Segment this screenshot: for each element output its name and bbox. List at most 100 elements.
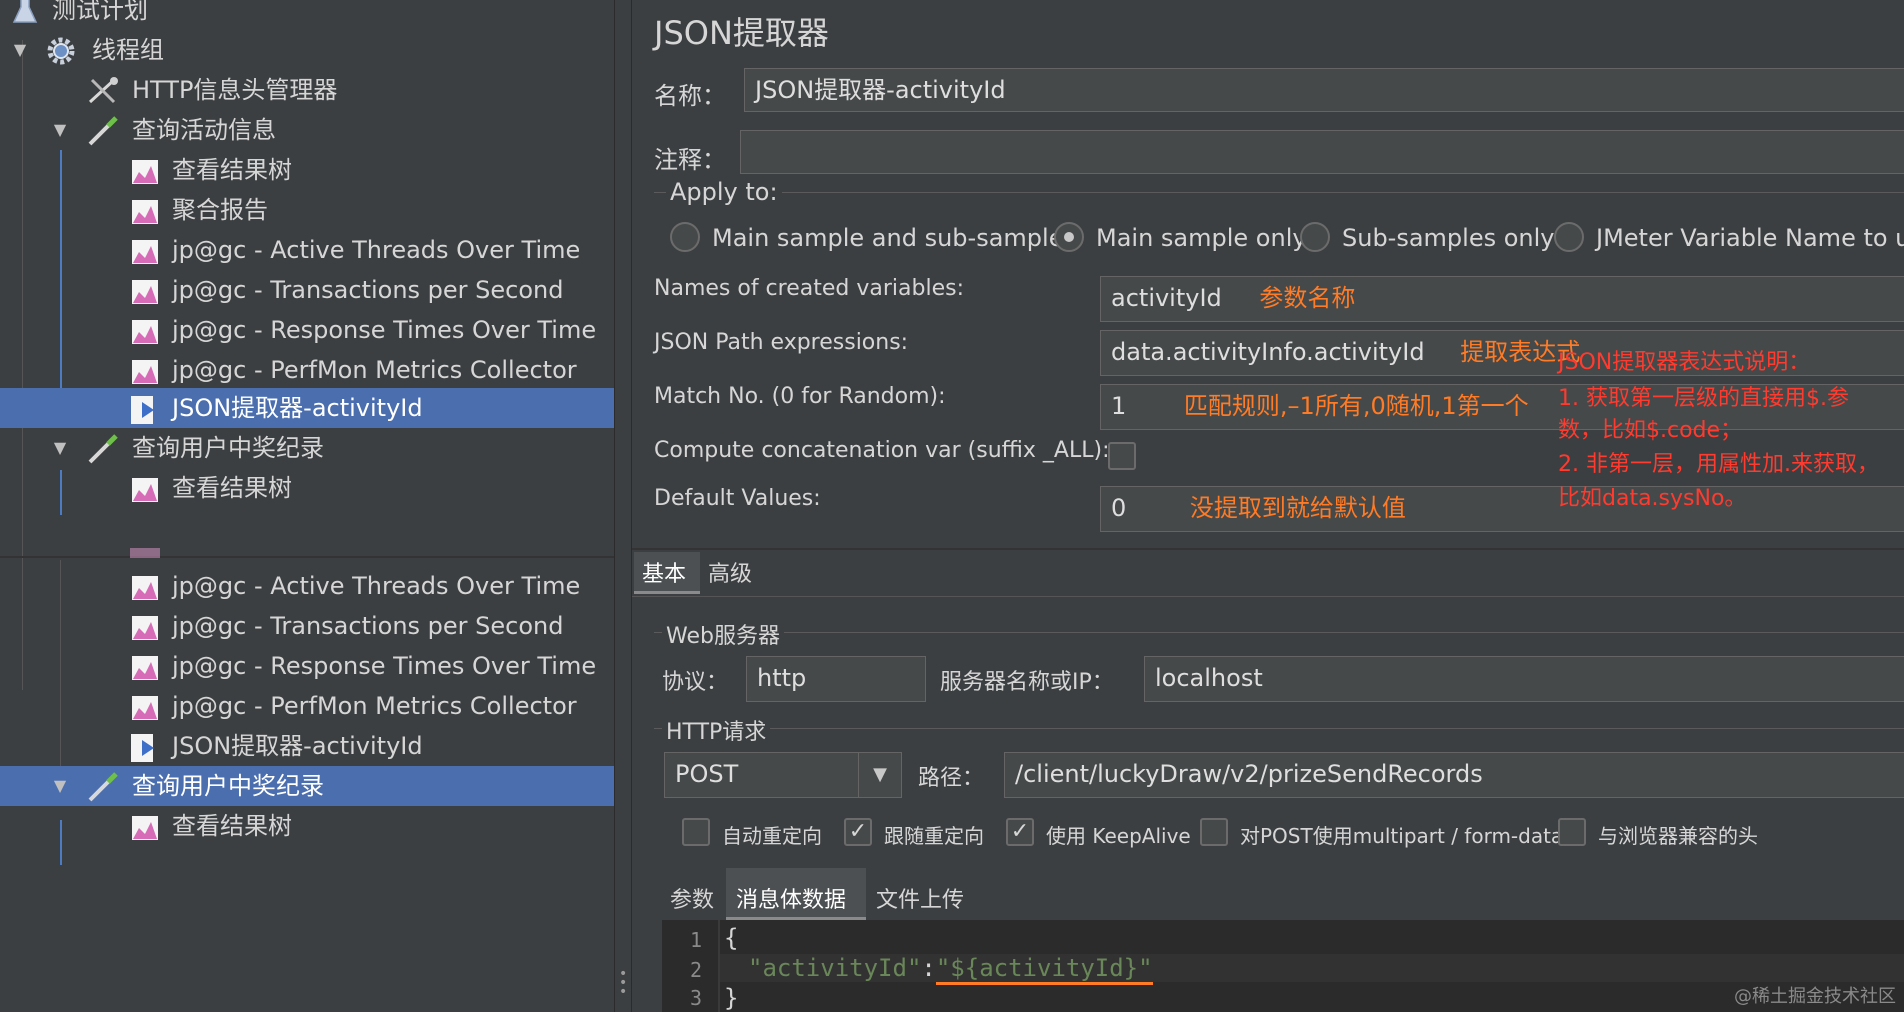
tree-node-perfmon[interactable]: jp@gc - PerfMon Metrics Collector (0, 686, 614, 726)
comment-label: 注释： (654, 146, 726, 174)
code-line: { (724, 924, 739, 952)
graph-icon (130, 316, 160, 346)
tree-node-aggregate-report[interactable]: 聚合报告 (0, 190, 614, 230)
tree-node-label: jp@gc - Active Threads Over Time (172, 572, 581, 600)
keepalive-checkbox[interactable]: ✓ (1006, 818, 1034, 846)
extractor-icon (128, 394, 158, 424)
json-path-value: data.activityInfo.activityId (1111, 338, 1425, 366)
chevron-down-icon[interactable]: ▼ (50, 428, 70, 468)
tree-node-response-times[interactable]: jp@gc - Response Times Over Time (0, 310, 614, 350)
split-pane-divider[interactable]: • • • (614, 0, 632, 1012)
tree-node-tps[interactable]: jp@gc - Transactions per Second (0, 606, 614, 646)
concat-checkbox[interactable] (1108, 442, 1136, 470)
default-values-input[interactable]: 0 没提取到就给默认值 (1100, 486, 1904, 532)
explanation-line: 比如data.sysNo。 (1558, 486, 1747, 511)
body-data-editor[interactable]: 1 2 3 { "activityId":"${activityId}" } (662, 920, 1904, 1012)
chevron-down-icon[interactable]: ▼ (50, 110, 70, 150)
protocol-label: 协议： (662, 670, 729, 695)
var-names-input[interactable]: activityId 参数名称 (1100, 276, 1904, 322)
tree-node-active-threads[interactable]: jp@gc - Active Threads Over Time (0, 566, 614, 606)
tree-node-query-user-prize[interactable]: ▼ 查询用户中奖纪录 (0, 428, 614, 468)
tree-node-label: 线程组 (92, 36, 164, 64)
tree-node-query-user-prize-selected[interactable]: ▼ 查询用户中奖纪录 (0, 766, 614, 806)
tree-node-label: 查看结果树 (172, 156, 292, 184)
chevron-down-icon[interactable]: ▼ (50, 766, 70, 806)
tree-node-result-tree[interactable]: 查看结果树 (0, 806, 614, 846)
tree-node-label: jp@gc - Response Times Over Time (172, 652, 597, 680)
graph-icon (130, 652, 160, 682)
radio-main-and-sub[interactable] (670, 222, 700, 252)
tree-node-json-extractor[interactable]: JSON提取器-activityId (0, 726, 614, 766)
graph-icon (130, 812, 160, 842)
chevron-down-icon[interactable]: ▼ (858, 753, 901, 797)
tree-node-test-plan[interactable]: 测试计划 (0, 0, 614, 30)
graph-icon (130, 356, 160, 386)
tree-node-perfmon[interactable]: jp@gc - PerfMon Metrics Collector (0, 350, 614, 390)
tab-file-upload[interactable]: 文件上传 (876, 882, 964, 914)
graph-icon (130, 156, 160, 186)
path-input[interactable]: /client/luckyDraw/v2/prizeSendRecords (1004, 752, 1904, 798)
browser-headers-checkbox[interactable] (1558, 818, 1586, 846)
tree-node-tps[interactable]: jp@gc - Transactions per Second (0, 270, 614, 310)
graph-icon (130, 572, 160, 602)
radio-main-only[interactable] (1054, 222, 1084, 252)
tree-node-label: 聚合报告 (172, 196, 268, 224)
tab-divider (632, 596, 1904, 597)
line-number: 1 (689, 928, 702, 952)
checkbox-label: 使用 KeepAlive (1046, 824, 1191, 848)
pipette-icon (86, 116, 118, 146)
extractor-icon (128, 732, 158, 762)
tree-node-active-threads[interactable]: jp@gc - Active Threads Over Time (0, 230, 614, 270)
chevron-down-icon[interactable]: ▼ (10, 30, 30, 70)
tree-node-json-extractor-selected[interactable]: JSON提取器-activityId (0, 388, 614, 428)
tab-advanced[interactable]: 高级 (708, 556, 752, 588)
tree-node-label: JSON提取器-activityId (172, 394, 423, 422)
test-plan-tree[interactable]: 测试计划 ▼ 线程组 HTTP信息头管理器 ▼ 查询活动信息 查看结果树 聚合报… (0, 0, 614, 1012)
tree-node-result-tree[interactable]: 查看结果树 (0, 468, 614, 508)
code-line: } (724, 984, 739, 1012)
checkbox-label: 自动重定向 (722, 824, 822, 848)
tree-node-label: 查看结果树 (172, 812, 292, 840)
match-no-annotation: 匹配规则,–1所有,0随机,1第一个 (1183, 392, 1529, 420)
tree-node-label: jp@gc - PerfMon Metrics Collector (172, 356, 577, 384)
radio-jmeter-variable[interactable] (1554, 222, 1584, 252)
tree-node-header-manager[interactable]: HTTP信息头管理器 (0, 70, 614, 110)
code-key: "activityId" (748, 954, 922, 982)
graph-icon (130, 692, 160, 722)
match-no-value: 1 (1111, 392, 1127, 420)
checkbox-label: 跟随重定向 (884, 824, 984, 848)
tools-icon (86, 76, 118, 106)
var-names-label: Names of created variables: (654, 276, 964, 301)
tree-node-thread-group[interactable]: ▼ 线程组 (0, 30, 614, 70)
gear-icon (46, 36, 76, 66)
code-line: "activityId":"${activityId}" (720, 954, 1904, 985)
comment-input[interactable] (740, 130, 1904, 174)
follow-redirect-checkbox[interactable]: ✓ (844, 818, 872, 846)
tree-node-label: 测试计划 (52, 0, 148, 24)
tab-parameters[interactable]: 参数 (670, 882, 714, 914)
var-names-value: activityId (1111, 284, 1222, 312)
tree-node-label: 查看结果树 (172, 474, 292, 502)
tree-node-label: jp@gc - PerfMon Metrics Collector (172, 692, 577, 720)
tree-node-response-times[interactable]: jp@gc - Response Times Over Time (0, 646, 614, 686)
line-number: 2 (689, 958, 702, 982)
multipart-checkbox[interactable] (1200, 818, 1228, 846)
graph-icon (130, 196, 160, 226)
auto-redirect-checkbox[interactable] (682, 818, 710, 846)
protocol-input[interactable]: http (746, 656, 926, 702)
method-value: POST (675, 760, 739, 788)
server-input[interactable]: localhost (1144, 656, 1904, 702)
pipette-icon (86, 772, 118, 802)
pipette-icon (86, 434, 118, 464)
drag-handle-icon[interactable]: • • • (619, 967, 627, 999)
tab-basic-label: 基本 (642, 562, 687, 587)
tree-node-result-tree[interactable]: 查看结果树 (0, 150, 614, 190)
http-request-label: HTTP请求 (662, 714, 771, 746)
tree-node-label: jp@gc - Active Threads Over Time (172, 236, 581, 264)
radio-label: Sub-samples only (1342, 224, 1555, 252)
tree-node-query-activity[interactable]: ▼ 查询活动信息 (0, 110, 614, 150)
http-request-group-border (654, 728, 1904, 729)
name-input[interactable]: JSON提取器-activityId (744, 68, 1904, 112)
radio-sub-only[interactable] (1300, 222, 1330, 252)
tree-node-label: jp@gc - Transactions per Second (172, 276, 564, 304)
